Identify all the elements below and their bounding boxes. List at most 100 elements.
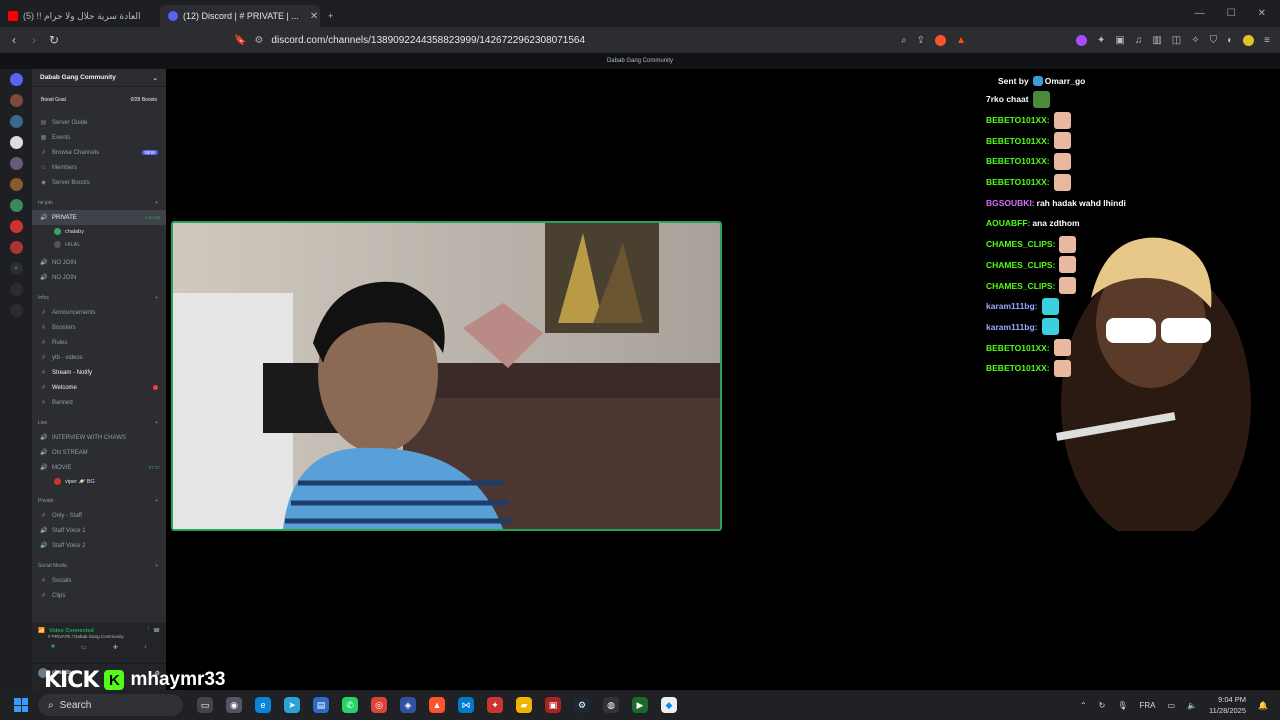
voice-channel-movie[interactable]: 🔊 MOVIE 57:37 [32, 460, 166, 475]
whatsapp-icon[interactable]: ✆ [342, 697, 358, 713]
reload-icon[interactable]: ↻ [44, 33, 64, 47]
server-icon[interactable] [9, 220, 23, 233]
notifications-icon[interactable]: 🔔 [1258, 701, 1268, 710]
screen-share-icon[interactable]: ▭ [81, 644, 87, 651]
leo-icon[interactable]: ✧ [1191, 35, 1199, 46]
zoom-icon[interactable]: ⌕ [901, 35, 907, 46]
browser-tab-1[interactable]: العادة سرية حلال ولا حرام !! (5) [0, 5, 160, 27]
voice-channel-private[interactable]: 🔊 PRIVATE 1:43:39 [32, 210, 166, 225]
taskbar-search[interactable]: ⌕ Search [38, 694, 183, 716]
discover-icon[interactable] [9, 283, 23, 296]
channel-only-staff[interactable]: # Only - Staff [32, 508, 166, 523]
server-icon[interactable] [9, 178, 23, 191]
activities-icon[interactable]: ✚ [113, 644, 118, 651]
voice-channel-staff-1[interactable]: 🔊 Staff Voice 1 [32, 523, 166, 538]
brave-icon[interactable]: ▲ [429, 697, 445, 713]
voice-user[interactable]: HILAL [32, 238, 166, 251]
add-channel-icon[interactable]: + [155, 563, 158, 569]
app-icon[interactable]: ✦ [487, 697, 503, 713]
clock[interactable]: 9:04 PM 11/28/2025 [1209, 694, 1246, 716]
app-icon[interactable]: ▤ [313, 697, 329, 713]
minimize-icon[interactable]: — [1195, 8, 1205, 19]
server-icon[interactable] [9, 241, 23, 254]
channel-rules[interactable]: # Rules [32, 335, 166, 350]
video-tile[interactable] [171, 221, 722, 531]
channel-boosters[interactable]: # Boosters [32, 320, 166, 335]
channel-clips[interactable]: # Clips [32, 588, 166, 603]
windows-start-icon[interactable] [14, 698, 28, 712]
sidebar-icon[interactable]: ▥ [1152, 35, 1161, 46]
disconnect-icon[interactable]: ☎ [153, 628, 160, 634]
share-icon[interactable]: ⇪ [917, 35, 925, 46]
noise-suppression-icon[interactable]: ⫶ [148, 627, 149, 634]
soundboard-icon[interactable]: ♪ [144, 644, 147, 651]
close-tab-icon[interactable]: ✕ [310, 11, 318, 22]
app-icon[interactable]: ▣ [545, 697, 561, 713]
app-icon[interactable]: ◆ [661, 697, 677, 713]
category-social[interactable]: Social Media + [32, 559, 166, 573]
menu-icon[interactable]: ≡ [1264, 35, 1270, 46]
voice-channel-on-stream[interactable]: 🔊 ON STREAM [32, 445, 166, 460]
nav-browse-channels[interactable]: # Browse Channels NEW [32, 145, 166, 160]
camera-icon[interactable]: ■ [51, 644, 55, 651]
voice-user[interactable]: viper 🪐 BG [32, 475, 166, 488]
chevron-up-icon[interactable]: ⌃ [1080, 701, 1087, 710]
site-info-icon[interactable]: ⚙ [254, 35, 263, 46]
extension-icon[interactable] [1075, 34, 1087, 46]
app-icon[interactable]: ▶ [632, 697, 648, 713]
volume-icon[interactable]: 🔈 [1187, 701, 1197, 710]
server-icon[interactable] [9, 157, 23, 170]
server-icon[interactable] [9, 115, 23, 128]
server-header[interactable]: Dabab Gang Community ⌄ [32, 69, 166, 87]
category-join[interactable]: ne join + [32, 196, 166, 210]
channel-announcements[interactable]: # Announcements [32, 305, 166, 320]
voice-channel-staff-2[interactable]: 🔊 Staff Voice 2 [32, 538, 166, 553]
vpn-icon[interactable]: ⛉ [1210, 35, 1218, 46]
download-icon[interactable] [9, 304, 23, 317]
file-explorer-icon[interactable]: ▰ [516, 697, 532, 713]
nav-events[interactable]: ▦ Events [32, 130, 166, 145]
network-icon[interactable]: ▭ [1168, 701, 1176, 710]
category-infos[interactable]: Infos + [32, 291, 166, 305]
new-tab-button[interactable]: + [320, 5, 341, 27]
server-icon[interactable] [9, 136, 23, 149]
edge-icon[interactable]: e [255, 697, 271, 713]
channel-ytb-videos[interactable]: # ytb · videos [32, 350, 166, 365]
app-icon[interactable]: ◉ [226, 697, 242, 713]
media-icon[interactable]: ♫ [1135, 35, 1143, 46]
category-private[interactable]: Private + [32, 494, 166, 508]
language-indicator[interactable]: FRA [1140, 701, 1156, 710]
chrome-icon[interactable]: ◎ [371, 697, 387, 713]
channel-socials[interactable]: # Socials [32, 573, 166, 588]
vscode-icon[interactable]: ⋈ [458, 697, 474, 713]
add-channel-icon[interactable]: + [155, 295, 158, 301]
nav-server-boosts[interactable]: ◆ Server Boosts [32, 175, 166, 190]
add-server-icon[interactable]: + [9, 262, 23, 275]
close-window-icon[interactable]: ✕ [1258, 8, 1266, 19]
telegram-icon[interactable]: ➤ [284, 697, 300, 713]
puzzle-icon[interactable]: ✦ [1097, 35, 1105, 46]
microphone-icon[interactable]: 🎙 [1117, 701, 1127, 710]
voice-channel-no-join[interactable]: 🔊 NO JOIN [32, 255, 166, 270]
add-channel-icon[interactable]: + [155, 498, 158, 504]
add-channel-icon[interactable]: + [155, 200, 158, 206]
sync-icon[interactable]: ↻ [1099, 701, 1106, 710]
brave-shield-icon[interactable] [935, 34, 947, 46]
voice-location[interactable]: # PRIVATE / Dabab Gang Community [38, 634, 160, 639]
category-live[interactable]: Live + [32, 416, 166, 430]
app-icon[interactable]: ◍ [603, 697, 619, 713]
wallet-icon[interactable]: ◫ [1172, 35, 1181, 46]
boost-goal[interactable]: Boost Goal 0/28 Boosts [38, 93, 160, 107]
steam-icon[interactable]: ⚙ [574, 697, 590, 713]
rewards-icon[interactable]: ▲ [956, 35, 966, 46]
channel-banned[interactable]: # Banned [32, 395, 166, 410]
nav-members[interactable]: ☺ Members [32, 160, 166, 175]
nav-server-guide[interactable]: ▤ Server Guide [32, 115, 166, 130]
back-icon[interactable]: ‹ [4, 33, 24, 47]
forward-icon[interactable]: › [24, 33, 44, 47]
voice-user[interactable]: chalaby [32, 225, 166, 238]
voice-channel-no-join[interactable]: 🔊 NO JOIN [32, 270, 166, 285]
server-icon[interactable] [9, 94, 23, 107]
channel-stream-notify[interactable]: # Stream - Notify [32, 365, 166, 380]
browser-tab-2[interactable]: (12) Discord | # PRIVATE | ... ✕ [160, 5, 320, 27]
